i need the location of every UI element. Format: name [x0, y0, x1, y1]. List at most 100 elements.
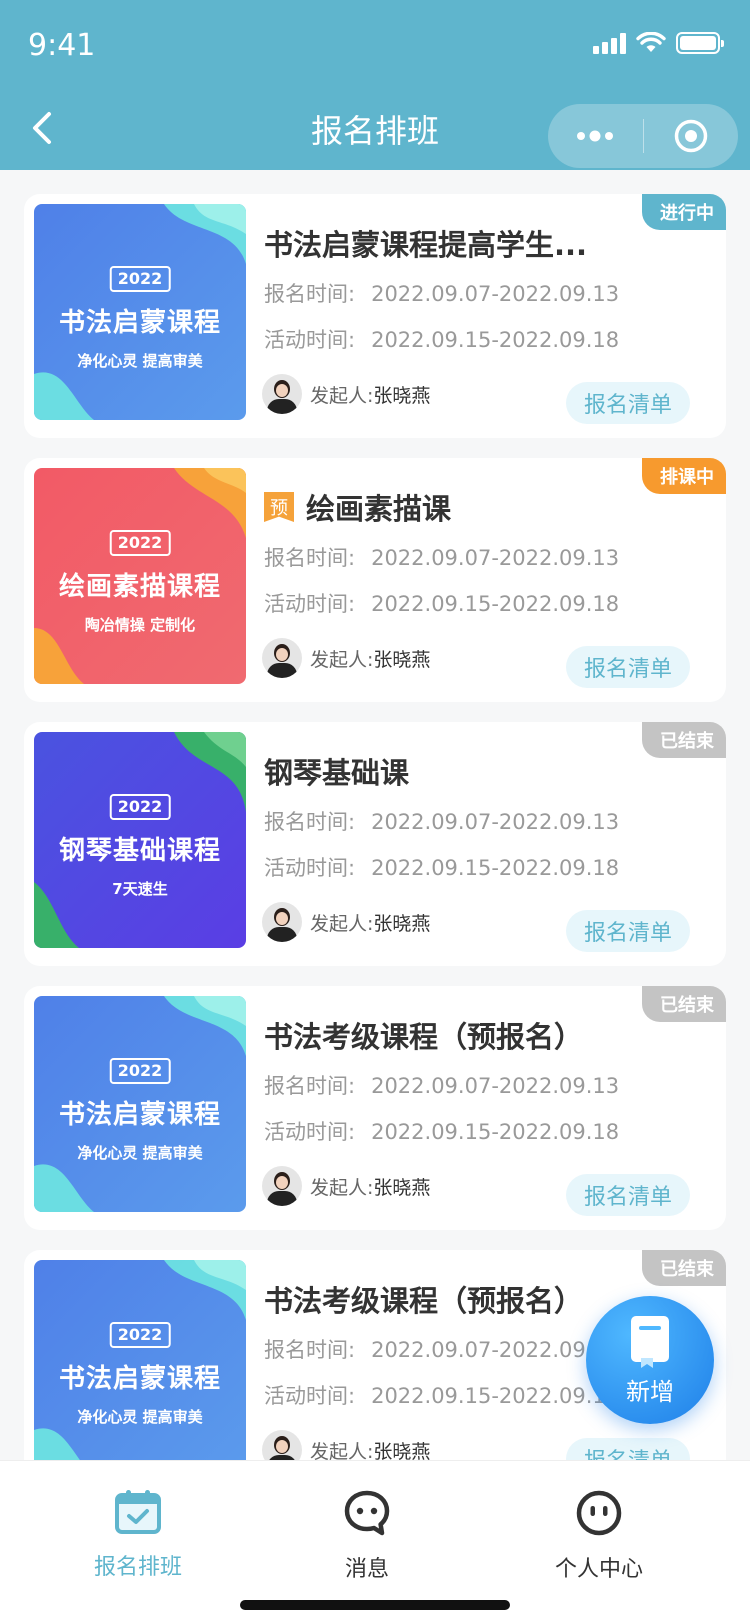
signal-icon — [593, 32, 626, 54]
activity-time-value: 2022.09.15-2022.09.18 — [371, 592, 620, 616]
activity-time: 活动时间: 2022.09.15-2022.09.18 — [264, 588, 619, 618]
course-cover-image: 2022 书法启蒙课程 净化心灵 提高审美 — [34, 996, 246, 1212]
cover-subtitle: 陶冶情操 定制化 — [84, 616, 196, 634]
registration-time-label: 报名时间: — [264, 1338, 356, 1362]
cover-year: 2022 — [109, 1058, 171, 1084]
registration-time-value: 2022.09.07-2022.09.13 — [371, 282, 620, 306]
tab-registration[interactable]: 报名排班 — [13, 1489, 263, 1581]
registration-time-value: 2022.09.07-2022.09.13 — [371, 810, 620, 834]
registration-list-button[interactable]: 报名清单 — [566, 646, 690, 688]
calendar-check-icon — [115, 1490, 161, 1534]
registration-list-button[interactable]: 报名清单 — [566, 910, 690, 952]
registration-time-label: 报名时间: — [264, 546, 356, 570]
registration-time-value: 2022.09.07-2022.09.13 — [371, 1338, 620, 1362]
activity-time-label: 活动时间: — [264, 1120, 356, 1144]
activity-time: 活动时间: 2022.09.15-2022.09.18 — [264, 324, 619, 354]
home-indicator — [240, 1600, 510, 1610]
pre-registration-tag: 预 — [264, 492, 294, 522]
cover-year: 2022 — [109, 266, 171, 292]
cover-year: 2022 — [109, 1322, 171, 1348]
initiator-label: 发起人: — [310, 1176, 374, 1199]
tab-profile[interactable]: 个人中心 — [474, 1489, 724, 1583]
registration-time-label: 报名时间: — [264, 1074, 356, 1098]
cover-year: 2022 — [109, 530, 171, 556]
cover-title: 钢琴基础课程 — [58, 836, 221, 866]
activity-time-value: 2022.09.15-2022.09.18 — [371, 856, 620, 880]
registration-time-label: 报名时间: — [264, 810, 356, 834]
course-title: 书法考级课程（预报名） — [264, 1020, 584, 1054]
activity-time-value: 2022.09.15-2022.09.18 — [371, 1120, 620, 1144]
cover-title: 书法启蒙课程 — [58, 1100, 221, 1130]
status-time: 9:41 — [28, 28, 96, 63]
status-bar: 9:41 — [0, 0, 750, 88]
course-card[interactable]: 已结束 2022 钢琴基础课程 7天速生 钢琴基础课 报名时间: 2022.09.… — [24, 722, 726, 966]
status-icons — [593, 32, 724, 54]
registration-list-button[interactable]: 报名清单 — [566, 1174, 690, 1216]
avatar — [262, 638, 302, 678]
close-mini-program-button[interactable] — [644, 104, 739, 168]
activity-time-label: 活动时间: — [264, 328, 356, 352]
registration-time: 报名时间: 2022.09.07-2022.09.13 — [264, 1070, 619, 1100]
course-cover-image: 2022 书法启蒙课程 净化心灵 提高审美 — [34, 1260, 246, 1476]
initiator-name: 张晓燕 — [373, 1176, 431, 1199]
cover-subtitle: 7天速生 — [112, 880, 168, 898]
course-card[interactable]: 已结束 2022 书法启蒙课程 净化心灵 提高审美 书法考级课程（预报名） 报名… — [24, 986, 726, 1230]
registration-time: 报名时间: 2022.09.07-2022.09.13 — [264, 542, 619, 572]
avatar — [262, 1166, 302, 1206]
activity-time-label: 活动时间: — [264, 592, 356, 616]
tab-profile-label: 个人中心 — [554, 1557, 643, 1582]
activity-time-value: 2022.09.15-2022.09.18 — [371, 1384, 620, 1408]
add-new-button[interactable]: 新增 — [586, 1296, 714, 1424]
course-cover-image: 2022 书法启蒙课程 净化心灵 提高审美 — [34, 204, 246, 420]
course-cover-image: 2022 绘画素描课程 陶冶情操 定制化 — [34, 468, 246, 684]
initiator: 发起人: 张晓燕 — [262, 1166, 430, 1206]
registration-time: 报名时间: 2022.09.07-2022.09.13 — [264, 278, 619, 308]
initiator-name: 张晓燕 — [373, 648, 431, 671]
course-title: 绘画素描课 — [306, 492, 452, 526]
registration-time: 报名时间: 2022.09.07-2022.09.13 — [264, 806, 619, 836]
course-cover-image: 2022 钢琴基础课程 7天速生 — [34, 732, 246, 948]
registration-time-value: 2022.09.07-2022.09.13 — [371, 1074, 620, 1098]
mini-program-capsule — [548, 104, 738, 168]
cover-title: 绘画素描课程 — [58, 572, 221, 602]
course-title: 钢琴基础课 — [264, 756, 410, 790]
registration-time: 报名时间: 2022.09.07-2022.09.13 — [264, 1334, 619, 1364]
course-card[interactable]: 排课中 2022 绘画素描课程 陶冶情操 定制化 预 绘画素描课 报名时间: 20… — [24, 458, 726, 702]
activity-time-value: 2022.09.15-2022.09.18 — [371, 328, 620, 352]
activity-time: 活动时间: 2022.09.15-2022.09.18 — [264, 852, 619, 882]
more-button[interactable] — [548, 104, 643, 168]
course-title-row: 钢琴基础课 — [264, 750, 704, 792]
course-title-row: 书法启蒙课程提高学生... — [264, 222, 704, 264]
course-title: 书法启蒙课程提高学生... — [264, 228, 588, 262]
avatar — [262, 374, 302, 414]
registration-time-label: 报名时间: — [264, 282, 356, 306]
initiator: 发起人: 张晓燕 — [262, 638, 430, 678]
chat-bubble-icon — [344, 1490, 390, 1536]
tab-messages[interactable]: 消息 — [242, 1489, 492, 1583]
initiator-name: 张晓燕 — [373, 912, 431, 935]
tab-messages-label: 消息 — [344, 1557, 389, 1582]
battery-icon — [676, 32, 724, 54]
activity-time: 活动时间: 2022.09.15-2022.09.18 — [264, 1116, 619, 1146]
avatar — [262, 902, 302, 942]
activity-time-label: 活动时间: — [264, 1384, 356, 1408]
cover-title: 书法启蒙课程 — [58, 308, 221, 338]
initiator: 发起人: 张晓燕 — [262, 902, 430, 942]
cover-title: 书法启蒙课程 — [58, 1364, 221, 1394]
initiator: 发起人: 张晓燕 — [262, 374, 430, 414]
notebook-icon — [631, 1315, 669, 1368]
cover-subtitle: 净化心灵 提高审美 — [77, 352, 203, 370]
initiator-label: 发起人: — [310, 648, 374, 671]
course-card[interactable]: 进行中 2022 书法启蒙课程 净化心灵 提高审美 书法启蒙课程提高学生... … — [24, 194, 726, 438]
initiator-label: 发起人: — [310, 912, 374, 935]
course-title-row: 预 绘画素描课 — [264, 486, 704, 528]
registration-time-value: 2022.09.07-2022.09.13 — [371, 546, 620, 570]
wifi-icon — [636, 32, 666, 52]
more-dots-icon — [577, 130, 614, 142]
activity-time-label: 活动时间: — [264, 856, 356, 880]
registration-list-button[interactable]: 报名清单 — [566, 382, 690, 424]
cover-subtitle: 净化心灵 提高审美 — [77, 1144, 203, 1162]
course-title-row: 书法考级课程（预报名） — [264, 1014, 704, 1056]
initiator-name: 张晓燕 — [373, 384, 431, 407]
activity-time: 活动时间: 2022.09.15-2022.09.18 — [264, 1380, 619, 1410]
